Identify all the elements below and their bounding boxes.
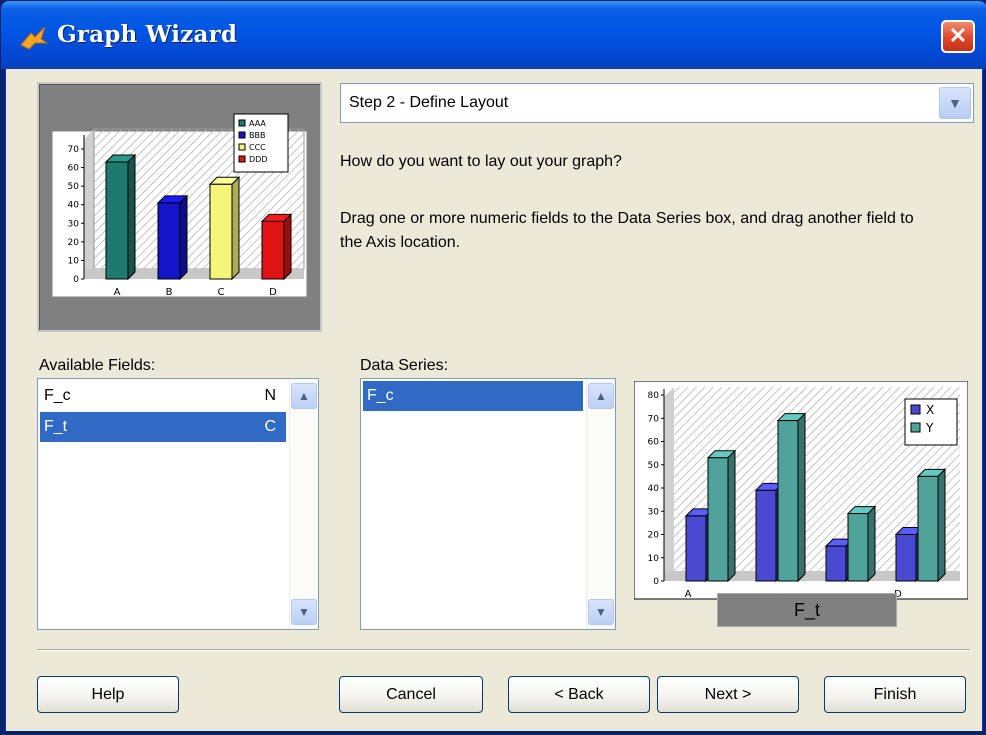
legend-swatch [238, 131, 246, 139]
y-tick-label: 50 [68, 182, 80, 192]
y-tick-label: 40 [68, 201, 80, 211]
scroll-down-icon[interactable]: ▼ [291, 599, 317, 625]
step-dropdown-value: Step 2 - Define Layout [349, 94, 509, 111]
y-tick-label: 70 [68, 145, 80, 155]
layout-preview-chart: 01020304050607080A DXY [634, 381, 968, 600]
y-tick-label: 40 [648, 484, 660, 494]
close-icon: ✕ [948, 23, 968, 48]
y-tick-label: 0 [653, 577, 659, 587]
scrollbar[interactable]: ▲ ▼ [586, 379, 615, 629]
data-series-label: Data Series: [360, 357, 449, 374]
bar [105, 161, 129, 280]
bar [825, 545, 847, 582]
finish-button[interactable]: Finish [824, 676, 966, 713]
axis-drop-target[interactable]: F_t [717, 593, 897, 627]
y-tick-label: 20 [68, 238, 80, 248]
legend-swatch [910, 422, 921, 433]
legend-swatch [238, 155, 246, 163]
y-tick-label: 20 [648, 531, 660, 541]
bar [685, 515, 707, 582]
y-tick-label: 10 [68, 256, 80, 266]
x-tick-label: B [166, 287, 173, 298]
back-button[interactable]: < Back [508, 676, 650, 713]
bar [157, 202, 181, 280]
step-dropdown[interactable]: Step 2 - Define Layout ▼ [340, 83, 974, 123]
bar [209, 183, 233, 280]
wizard-body: 0 10 20 30 40 50 60 70 A B C D AAA BBB CCC DDD Step 2 -… [5, 69, 983, 731]
scroll-up-icon[interactable]: ▲ [588, 383, 614, 409]
bar [755, 489, 777, 582]
available-fields-label: Available Fields: [39, 357, 156, 374]
bar-side [867, 505, 876, 583]
y-tick-label: 30 [648, 507, 660, 517]
y-tick-label: 30 [68, 219, 80, 229]
bar [777, 420, 799, 582]
legend-label: Y [925, 421, 934, 435]
chevron-down-icon[interactable]: ▼ [939, 87, 971, 119]
bar [847, 513, 869, 582]
available-fields-list[interactable]: F_c N F_t C ▲ ▼ [37, 378, 319, 630]
back-wall [84, 129, 94, 279]
button-separator [37, 649, 970, 651]
wizard-icon [20, 26, 49, 50]
bar-side [283, 213, 292, 281]
list-item[interactable]: F_c N [40, 381, 286, 411]
list-item-selected[interactable]: F_c [363, 381, 583, 411]
layout-question: How do you want to lay out your graph? [340, 153, 622, 170]
bar-side [231, 176, 240, 281]
window-title: Graph Wizard [57, 21, 238, 48]
scrollbar[interactable]: ▲ ▼ [289, 379, 318, 629]
layout-instructions: Drag one or more numeric fields to the D… [340, 210, 914, 251]
graph-wizard-window: Graph Wizard ✕ 0 10 20 30 40 50 60 70 A B C D AAA BBB… [0, 0, 986, 735]
bar-side [727, 449, 736, 583]
y-tick-label: 0 [73, 275, 79, 285]
list-item-selected[interactable]: F_t C [40, 412, 286, 442]
bar-side [937, 468, 946, 583]
legend-label: AAA [249, 119, 266, 128]
y-tick-label: 70 [648, 414, 660, 424]
legend-swatch [238, 143, 246, 151]
y-tick-label: 60 [648, 438, 660, 448]
chart-type-preview: 0 10 20 30 40 50 60 70 A B C D AAA BBB CCC DDD [37, 82, 322, 332]
cancel-button[interactable]: Cancel [339, 676, 483, 713]
legend-label: BBB [249, 131, 265, 140]
y-tick-label: 80 [648, 391, 660, 401]
scroll-down-icon[interactable]: ▼ [588, 599, 614, 625]
x-tick-label: A [114, 287, 121, 298]
back-wall [664, 387, 674, 581]
bar [895, 534, 917, 582]
bar-side [179, 194, 188, 281]
preview-chart: 0 10 20 30 40 50 60 70 A B C D AAA BBB CCC DDD [51, 113, 308, 298]
x-tick-label: D [269, 287, 277, 298]
legend-swatch [238, 119, 246, 127]
data-series-list[interactable]: F_c ▲ ▼ [360, 378, 616, 630]
legend-label: X [926, 403, 934, 417]
title-bar[interactable]: Graph Wizard ✕ [1, 1, 986, 69]
bar-side [797, 412, 806, 583]
bar [261, 220, 285, 280]
y-tick-label: 60 [68, 164, 80, 174]
y-tick-label: 50 [648, 461, 660, 471]
legend-swatch [910, 404, 921, 415]
close-button[interactable]: ✕ [941, 20, 975, 53]
bar [917, 475, 939, 582]
legend-label: CCC [249, 143, 266, 152]
x-tick-label: C [218, 287, 225, 298]
x-tick-label: A [685, 589, 692, 600]
next-button[interactable]: Next > [657, 676, 799, 713]
bar [707, 457, 729, 582]
y-tick-label: 10 [648, 554, 660, 564]
help-button[interactable]: Help [37, 676, 179, 713]
legend-label: DDD [249, 155, 267, 164]
bar-side [127, 153, 136, 281]
scroll-up-icon[interactable]: ▲ [291, 383, 317, 409]
